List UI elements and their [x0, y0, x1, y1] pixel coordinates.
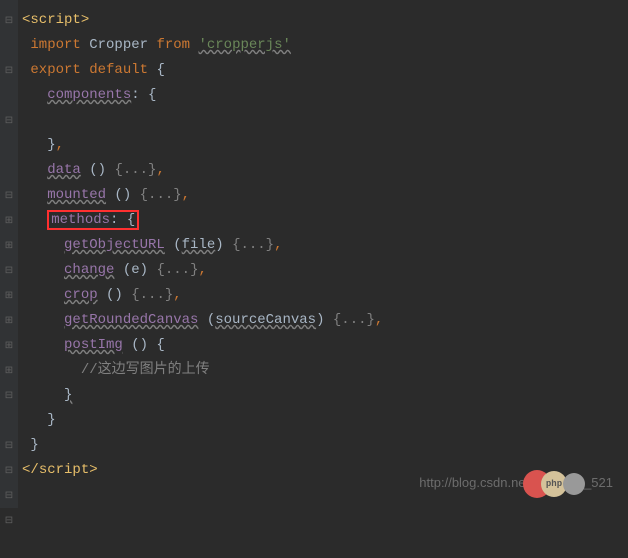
code-line: }	[22, 408, 383, 433]
fold-icon[interactable]: ⊟	[0, 483, 18, 508]
fold-icon[interactable]: ⊟	[0, 383, 18, 408]
fold-icon[interactable]: ⊟	[0, 183, 18, 208]
fold-icon[interactable]: ⊞	[0, 208, 18, 233]
fold-icon[interactable]: ⊟	[0, 508, 18, 533]
fold-icon[interactable]	[0, 533, 18, 558]
code-line: mounted () {...},	[22, 183, 383, 208]
fold-icon[interactable]: ⊟	[0, 433, 18, 458]
fold-icon[interactable]: ⊞	[0, 233, 18, 258]
code-line: //这边写图片的上传	[22, 358, 383, 383]
fold-icon[interactable]: ⊞	[0, 358, 18, 383]
code-line: change (e) {...},	[22, 258, 383, 283]
code-line: data () {...},	[22, 158, 383, 183]
fold-icon[interactable]: ⊞	[0, 308, 18, 333]
fold-icon[interactable]	[0, 408, 18, 433]
fold-icon[interactable]: ⊟	[0, 8, 18, 33]
fold-icon[interactable]	[0, 158, 18, 183]
fold-icon[interactable]: ⊞	[0, 283, 18, 308]
gutter: ⊟ ⊟ ⊟ ⊟ ⊞ ⊞ ⊟ ⊞ ⊞ ⊞ ⊞ ⊟ ⊟ ⊟ ⊟ ⊟	[0, 0, 18, 508]
fold-icon[interactable]	[0, 133, 18, 158]
code-line: crop () {...},	[22, 283, 383, 308]
code-line: }	[22, 383, 383, 408]
code-line: export default {	[22, 58, 383, 83]
fold-icon[interactable]: ⊟	[0, 458, 18, 483]
methods-highlight: methods: {	[47, 210, 139, 230]
code-line: import Cropper from 'cropperjs'	[22, 33, 383, 58]
fold-icon[interactable]: ⊟	[0, 108, 18, 133]
code-area[interactable]: <script> import Cropper from 'cropperjs'…	[18, 0, 387, 508]
fold-icon[interactable]	[0, 33, 18, 58]
code-line: <script>	[22, 8, 383, 33]
code-line: getRoundedCanvas (sourceCanvas) {...},	[22, 308, 383, 333]
code-line: getObjectURL (file) {...},	[22, 233, 383, 258]
code-line: }	[22, 433, 383, 458]
fold-icon[interactable]	[0, 83, 18, 108]
fold-icon[interactable]: ⊟	[0, 58, 18, 83]
code-editor: ⊟ ⊟ ⊟ ⊟ ⊞ ⊞ ⊟ ⊞ ⊞ ⊞ ⊞ ⊟ ⊟ ⊟ ⊟ ⊟ <script>…	[0, 0, 628, 508]
code-line: components: {	[22, 83, 383, 108]
fold-icon[interactable]: ⊟	[0, 258, 18, 283]
code-line	[22, 108, 383, 133]
code-line: postImg () {	[22, 333, 383, 358]
code-line: </script>	[22, 458, 383, 483]
fold-icon[interactable]: ⊞	[0, 333, 18, 358]
code-line: methods: {	[22, 208, 383, 233]
code-line: },	[22, 133, 383, 158]
